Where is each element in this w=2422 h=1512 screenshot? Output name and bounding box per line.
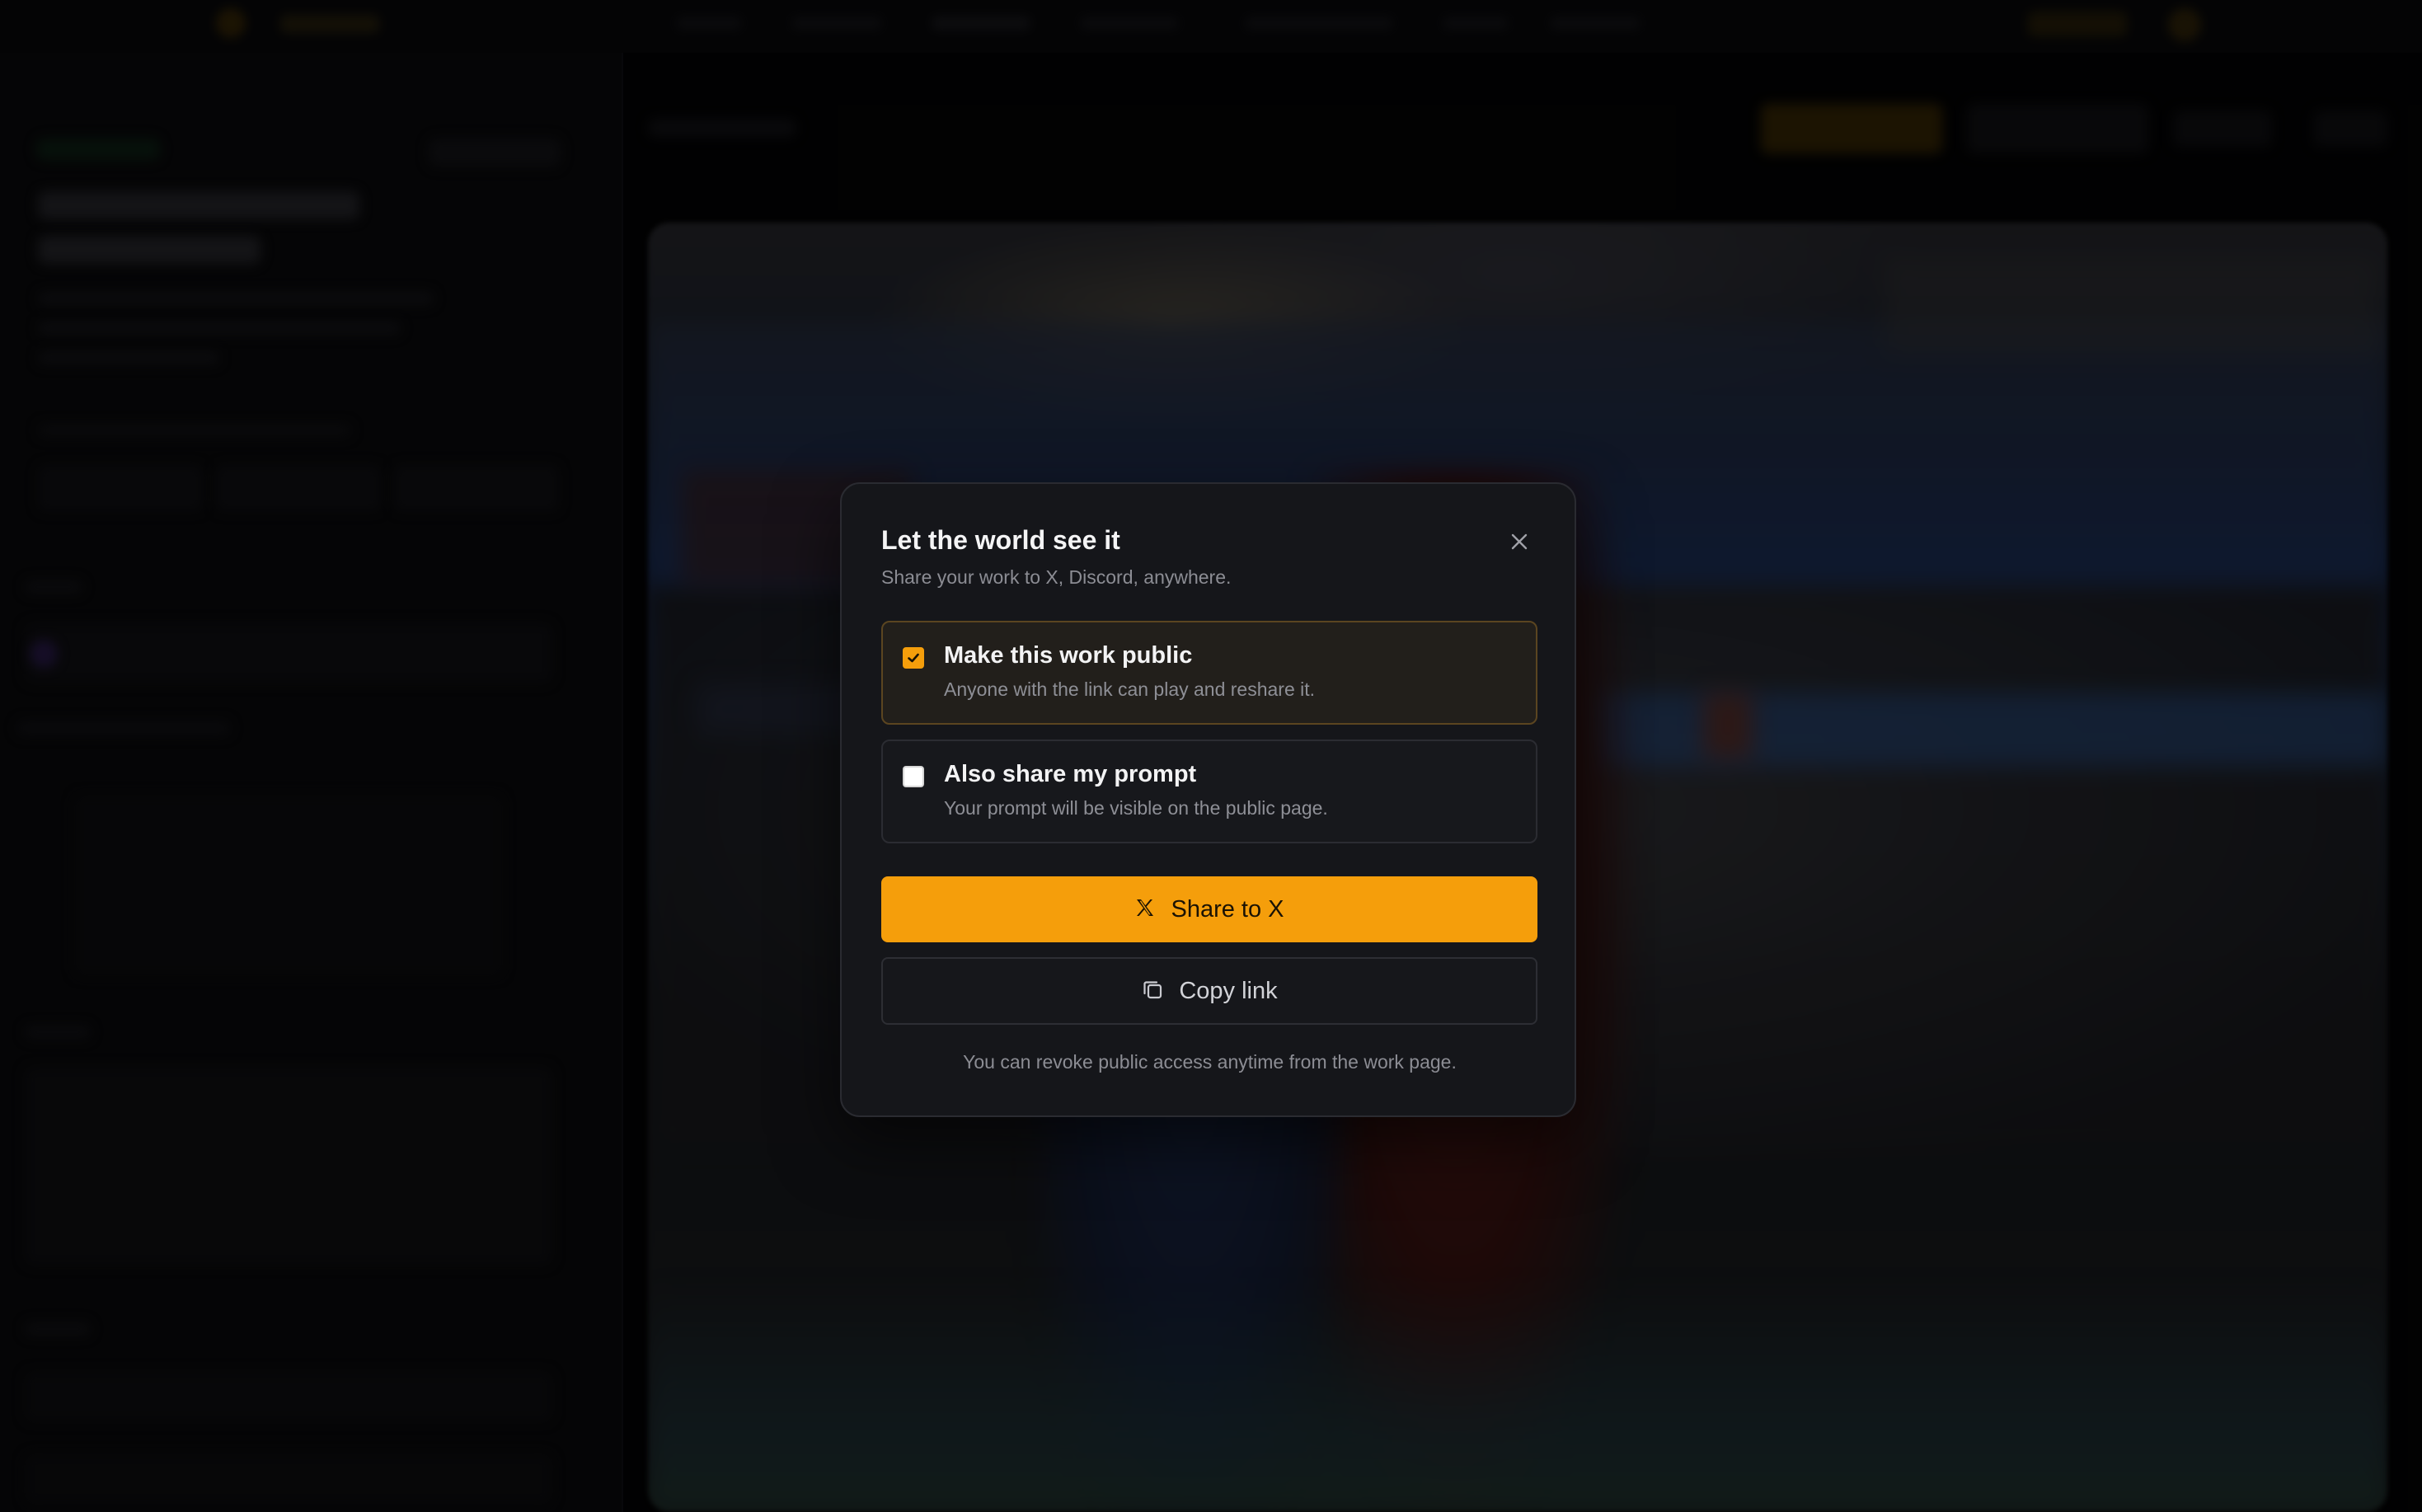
share-prompt-checkbox[interactable] [903,766,924,787]
make-public-label: Make this work public [944,642,1193,669]
share-prompt-label: Also share my prompt [944,761,1197,787]
dialog-subtitle: Share your work to X, Discord, anywhere. [881,566,1232,588]
make-public-checkbox[interactable] [903,647,924,669]
make-public-description: Anyone with the link can play and reshar… [944,679,1316,700]
dialog-title: Let the world see it [881,525,1120,555]
share-prompt-option[interactable]: Also share my prompt Your prompt will be… [881,740,1537,843]
close-icon [1509,532,1529,556]
make-public-option[interactable]: Make this work public Anyone with the li… [881,621,1537,725]
checkmark-icon [908,653,919,663]
x-logo-icon [1134,897,1156,923]
share-dialog: Let the world see it Share your work to … [840,482,1576,1117]
copy-link-label: Copy link [1179,977,1278,1004]
copy-link-button[interactable]: Copy link [881,957,1537,1025]
share-prompt-description: Your prompt will be visible on the publi… [944,797,1328,819]
close-button[interactable] [1501,525,1537,561]
copy-icon [1141,978,1164,1005]
share-to-x-button[interactable]: Share to X [881,876,1537,942]
share-to-x-label: Share to X [1171,895,1284,923]
dialog-footer-note: You can revoke public access anytime fro… [963,1051,1457,1073]
